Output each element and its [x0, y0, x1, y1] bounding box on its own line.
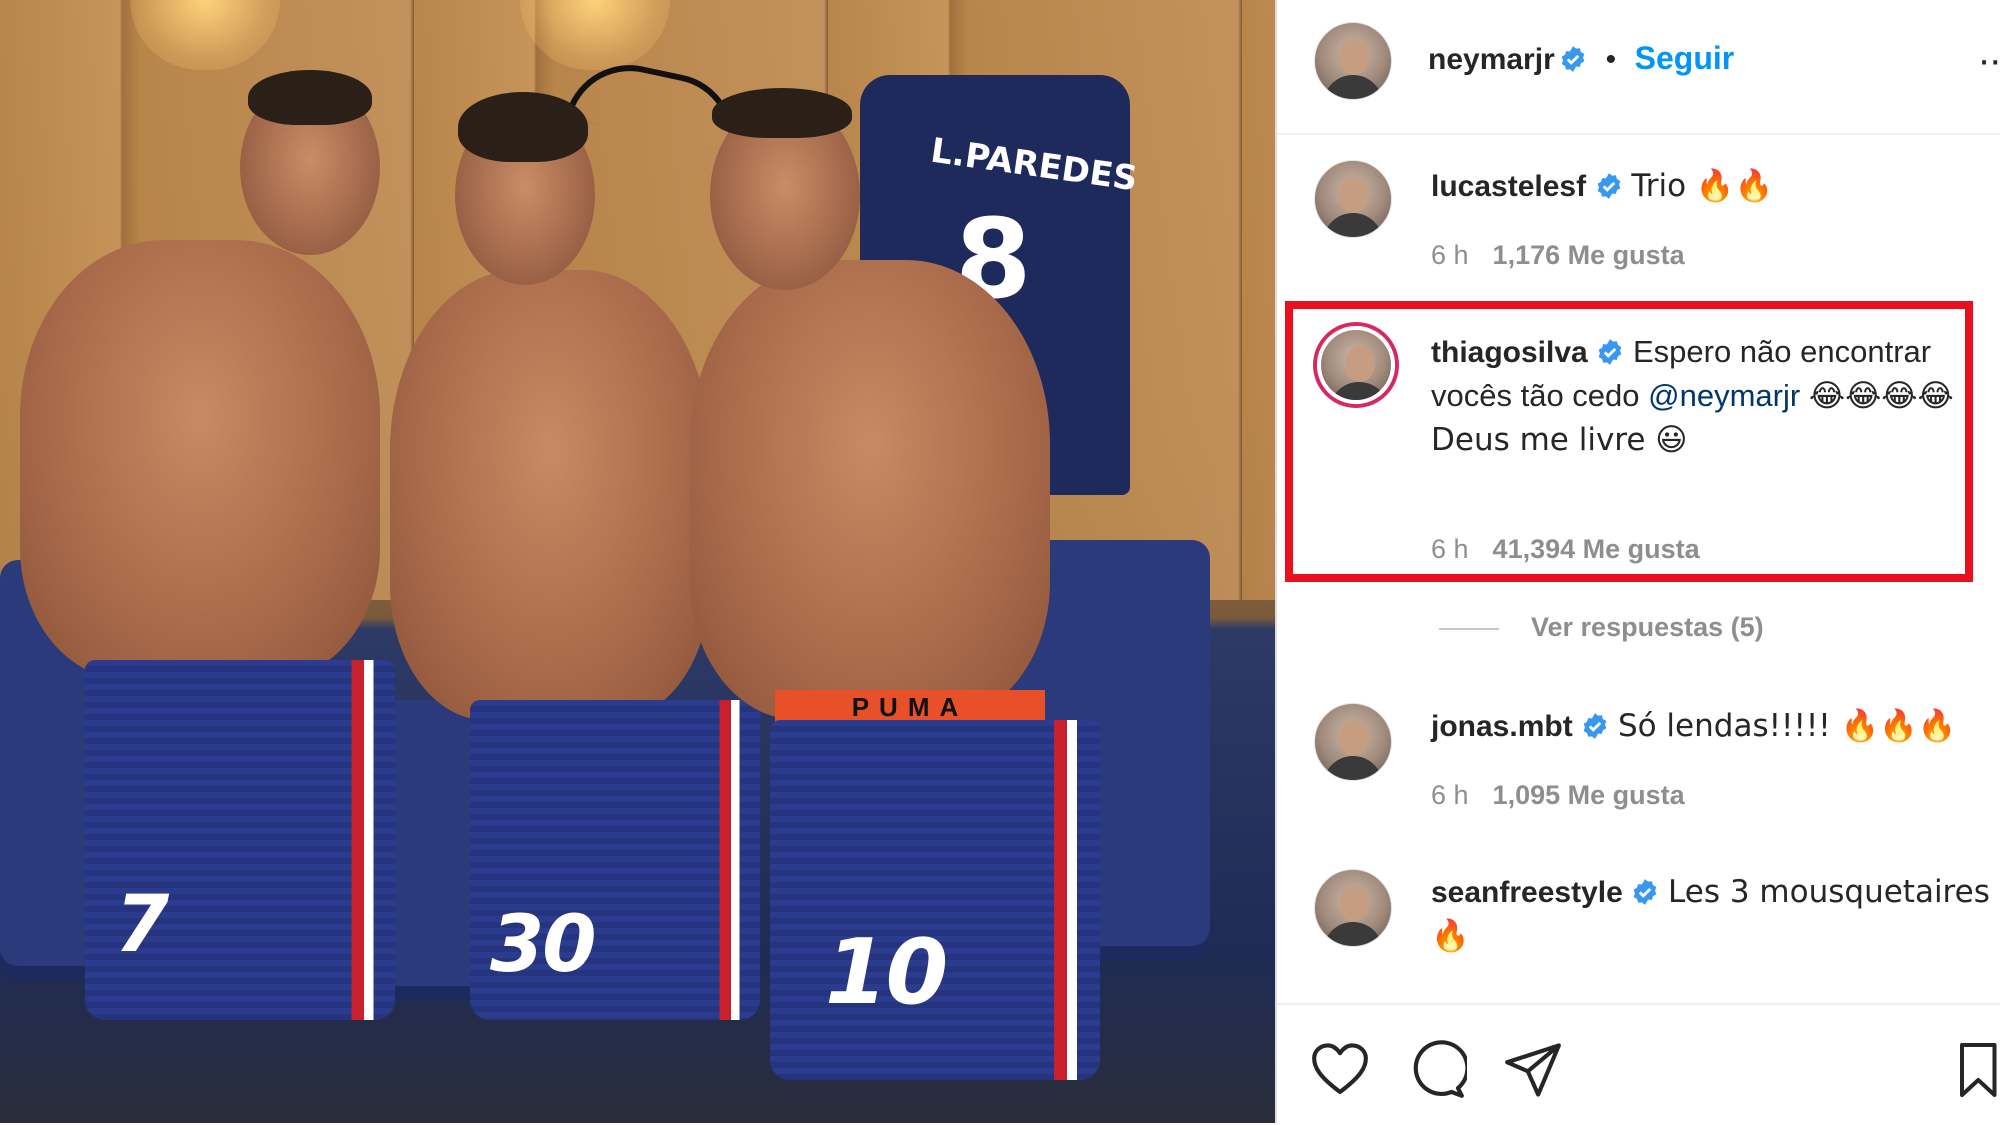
action-bar [1277, 1003, 2000, 1125]
player-shorts: 7 [85, 660, 395, 1020]
comment-likes[interactable]: 1,095 Me gusta [1493, 780, 1685, 810]
highlight-box [1285, 301, 1973, 582]
view-replies-button[interactable]: Ver respuestas (5) [1439, 612, 1764, 643]
verified-badge-icon [1561, 46, 1585, 72]
verified-badge-icon [1597, 173, 1621, 199]
comment-username[interactable]: lucastelesf [1431, 170, 1586, 203]
comment-likes[interactable]: 1,176 Me gusta [1493, 240, 1685, 270]
player-shorts: 10 [770, 720, 1100, 1080]
avatar[interactable] [1314, 22, 1392, 100]
avatar[interactable] [1314, 703, 1392, 781]
separator: • [1605, 43, 1617, 76]
verified-badge-icon [1583, 713, 1607, 739]
player-torso [690, 260, 1050, 720]
comment-username[interactable]: seanfreestyle [1431, 876, 1623, 909]
share-icon[interactable] [1502, 1039, 1564, 1101]
comment-text: Trio 🔥🔥 [1631, 168, 1774, 204]
shorts-number: 7 [115, 880, 169, 970]
player-hair [248, 70, 372, 125]
heart-icon[interactable] [1309, 1039, 1371, 1101]
jersey-name: L.PAREDES [928, 130, 1140, 200]
avatar[interactable] [1314, 160, 1392, 238]
comment-time: 6 h [1431, 780, 1469, 810]
player-hair [712, 88, 852, 138]
bookmark-icon[interactable] [1957, 1039, 1997, 1101]
post-header: neymarjr • Seguir ·· [1277, 0, 2000, 135]
comment-username[interactable]: jonas.mbt [1431, 710, 1573, 743]
shorts-number: 10 [825, 920, 948, 1025]
waistband: PUMA [775, 690, 1045, 724]
post-photo[interactable]: L.PAREDES 8 7 30 PUMA 10 [0, 0, 1275, 1123]
avatar[interactable] [1314, 869, 1392, 947]
more-options-icon[interactable]: ·· [1977, 38, 2000, 83]
player-hair [458, 92, 588, 162]
verified-badge-icon [1634, 879, 1657, 905]
player-torso [390, 270, 710, 720]
player-shorts: 30 [470, 700, 760, 1020]
view-replies-label: Ver respuestas (5) [1531, 612, 1764, 642]
comment-time: 6 h [1431, 240, 1469, 270]
player-torso [20, 240, 380, 680]
comment-text: Só lendas!!!!! 🔥🔥🔥 [1617, 708, 1957, 744]
comment-icon[interactable] [1405, 1039, 1467, 1101]
shorts-number: 30 [490, 900, 597, 990]
owner-username[interactable]: neymarjr [1428, 43, 1555, 76]
follow-button[interactable]: Seguir [1635, 40, 1735, 76]
